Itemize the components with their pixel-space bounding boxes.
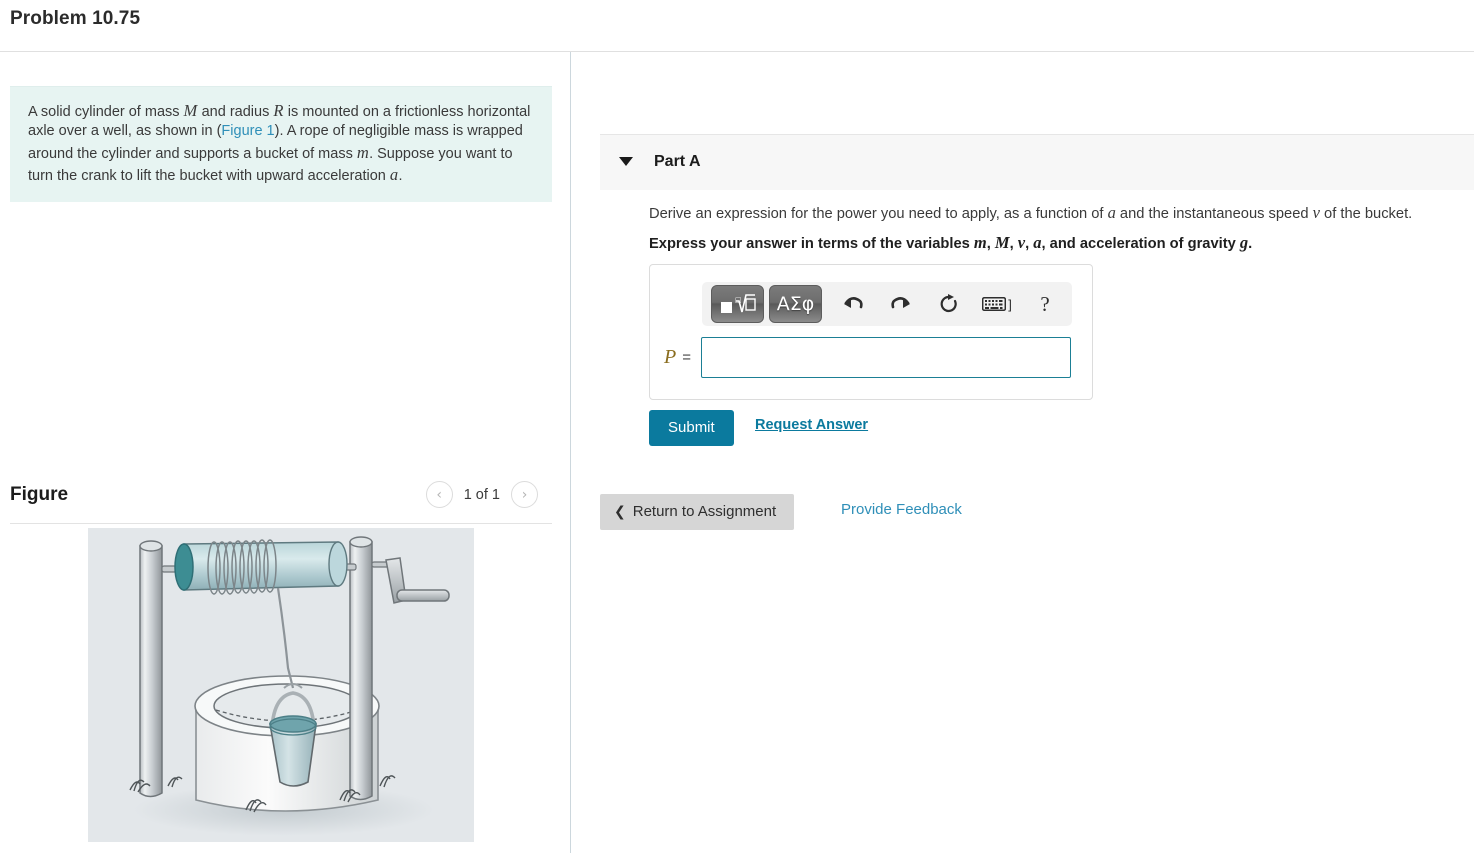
left-panel: A solid cylinder of mass M and radius R …	[0, 52, 570, 853]
keyboard-bracket-label: ]	[1008, 296, 1012, 312]
math-template-icon[interactable]: □	[711, 285, 764, 323]
answer-equals-sign: =	[682, 349, 691, 366]
figure-1-link[interactable]: Figure 1	[221, 123, 274, 139]
keyboard-icon[interactable]: ]	[980, 287, 1014, 321]
reset-icon[interactable]	[932, 287, 966, 321]
instruction-var-v: v	[1017, 233, 1026, 252]
figure-pager-label: 1 of 1	[463, 486, 500, 503]
chevron-right-icon[interactable]: ›	[511, 481, 538, 508]
answer-variable-label: P	[664, 346, 677, 368]
statement-var-M: M	[183, 101, 198, 120]
provide-feedback-link[interactable]: Provide Feedback	[841, 501, 962, 518]
svg-text:□: □	[735, 296, 742, 304]
figure-pager: ‹ 1 of 1 ›	[425, 481, 538, 508]
greek-letters-label: ΑΣφ	[776, 293, 815, 315]
caret-down-icon[interactable]	[619, 157, 633, 166]
problem-statement: A solid cylinder of mass M and radius R …	[10, 86, 552, 203]
page-title: Problem 10.75	[10, 8, 141, 29]
question-var-a: a	[1107, 203, 1116, 222]
answer-row: P =	[664, 337, 1082, 378]
instruction-sep-2: ,	[1009, 236, 1018, 252]
chevron-left-icon[interactable]: ‹	[425, 481, 453, 508]
problem-page: Problem 10.75 A solid cylinder of mass M…	[0, 0, 1474, 853]
answer-input[interactable]	[700, 337, 1071, 378]
redo-icon[interactable]	[884, 287, 918, 321]
return-to-assignment-label: Return to Assignment	[632, 503, 777, 520]
question-var-v: v	[1312, 203, 1320, 222]
question-prompt: Derive an expression for the power you n…	[649, 202, 1474, 224]
answer-instruction: Express your answer in terms of the vari…	[649, 232, 1474, 254]
help-icon[interactable]: ?	[1028, 287, 1062, 321]
instruction-var-M: M	[994, 233, 1010, 252]
statement-text-1: A solid cylinder of mass	[28, 104, 184, 120]
figure-header: Figure ‹ 1 of 1 ›	[10, 472, 552, 524]
help-label: ?	[1040, 291, 1050, 316]
question-text-2: and the instantaneous speed	[1115, 206, 1313, 222]
right-panel: Part A Derive an expression for the powe…	[571, 52, 1474, 853]
figure-image[interactable]	[88, 528, 474, 842]
submit-button[interactable]: Submit	[649, 410, 734, 446]
part-a-label: Part A	[654, 153, 701, 170]
instruction-sep-1: ,	[986, 236, 995, 252]
statement-text-6: .	[398, 167, 403, 184]
statement-var-m: m	[356, 142, 370, 162]
instruction-text-2: , and acceleration of gravity	[1041, 236, 1240, 252]
instruction-var-a: a	[1033, 233, 1042, 252]
greek-letters-icon[interactable]: ΑΣφ	[769, 285, 822, 323]
math-toolbar: □ ΑΣφ] ?	[702, 282, 1072, 326]
statement-var-R: R	[273, 101, 284, 120]
part-a-header[interactable]: Part A	[600, 134, 1474, 190]
instruction-var-m: m	[973, 233, 987, 252]
chevron-left-icon: ❮	[614, 503, 626, 520]
request-answer-link[interactable]: Request Answer	[755, 417, 868, 433]
page-header: Problem 10.75	[0, 0, 1474, 52]
return-to-assignment-button[interactable]: ❮ Return to Assignment	[600, 494, 795, 530]
instruction-text-1: Express your answer in terms of the vari…	[649, 236, 974, 252]
question-text-3: of the bucket.	[1319, 206, 1413, 222]
instruction-text-3: .	[1248, 236, 1253, 252]
statement-text-2: and radius	[197, 104, 274, 120]
undo-icon[interactable]	[836, 287, 870, 321]
answer-container: □ ΑΣφ] ? P =	[649, 264, 1093, 400]
instruction-var-g: g	[1239, 233, 1249, 252]
figure-title: Figure	[10, 484, 69, 505]
question-text-1: Derive an expression for the power you n…	[649, 206, 1108, 222]
